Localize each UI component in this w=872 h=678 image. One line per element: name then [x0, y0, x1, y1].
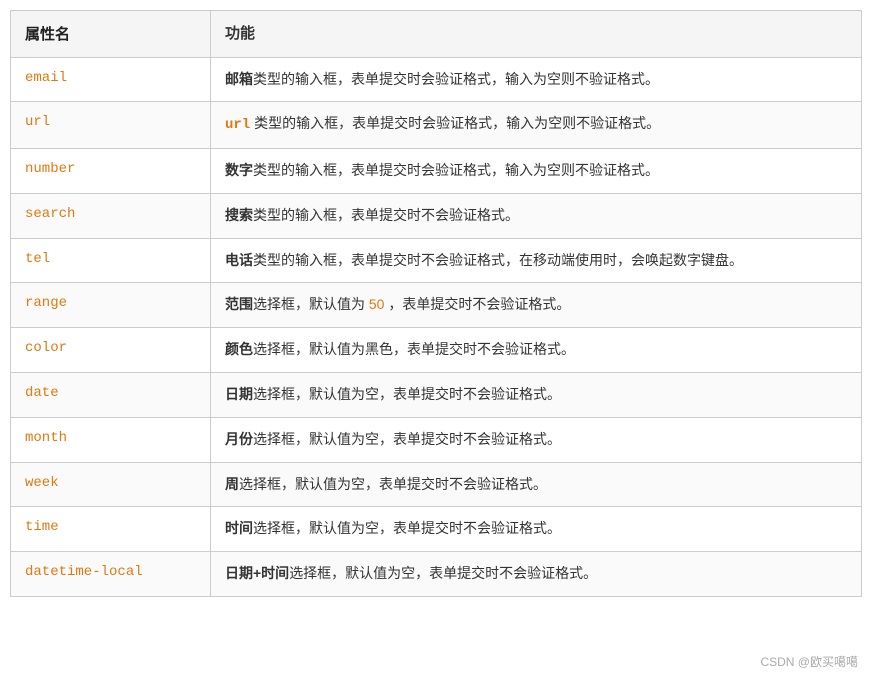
func-cell: 搜索类型的输入框，表单提交时不会验证格式。	[211, 193, 862, 238]
attr-cell: date	[11, 373, 211, 418]
table-row: date 日期选择框，默认值为空，表单提交时不会验证格式。	[11, 373, 862, 418]
header-attr: 属性名	[11, 11, 211, 58]
page-wrapper: 属性名 功能 email 邮箱类型的输入框，表单提交时会验证格式，输入为空则不验证…	[0, 0, 872, 678]
attr-name: tel	[25, 251, 50, 267]
func-cell: 电话类型的输入框，表单提交时不会验证格式，在移动端使用时，会唤起数字键盘。	[211, 238, 862, 283]
watermark: CSDN @欧买噶噶	[760, 653, 858, 670]
attr-cell: url	[11, 102, 211, 149]
attr-name: range	[25, 295, 67, 311]
attr-cell: month	[11, 417, 211, 462]
attr-name: month	[25, 430, 67, 446]
func-cell: 周选择框，默认值为空，表单提交时不会验证格式。	[211, 462, 862, 507]
attr-name: datetime-local	[25, 564, 143, 580]
table-row: number 数字类型的输入框，表单提交时会验证格式，输入为空则不验证格式。	[11, 149, 862, 194]
table-row: range 范围选择框，默认值为 50 ，表单提交时不会验证格式。	[11, 283, 862, 328]
attr-name: color	[25, 340, 67, 356]
attr-cell: color	[11, 328, 211, 373]
table-header-row: 属性名 功能	[11, 11, 862, 58]
func-cell: 日期+时间选择框，默认值为空，表单提交时不会验证格式。	[211, 552, 862, 597]
attr-name: email	[25, 70, 67, 86]
table-row: week 周选择框，默认值为空，表单提交时不会验证格式。	[11, 462, 862, 507]
func-cell: 数字类型的输入框，表单提交时会验证格式，输入为空则不验证格式。	[211, 149, 862, 194]
table-row: datetime-local 日期+时间选择框，默认值为空，表单提交时不会验证格式…	[11, 552, 862, 597]
attr-cell: week	[11, 462, 211, 507]
func-cell: 颜色选择框，默认值为黑色，表单提交时不会验证格式。	[211, 328, 862, 373]
func-cell: 月份选择框，默认值为空，表单提交时不会验证格式。	[211, 417, 862, 462]
func-cell: url 类型的输入框，表单提交时会验证格式，输入为空则不验证格式。	[211, 102, 862, 149]
func-cell: 邮箱类型的输入框，表单提交时会验证格式，输入为空则不验证格式。	[211, 57, 862, 102]
attr-name: search	[25, 206, 75, 222]
func-cell: 时间选择框，默认值为空，表单提交时不会验证格式。	[211, 507, 862, 552]
attr-cell: search	[11, 193, 211, 238]
table-row: color 颜色选择框，默认值为黑色，表单提交时不会验证格式。	[11, 328, 862, 373]
attribute-table: 属性名 功能 email 邮箱类型的输入框，表单提交时会验证格式，输入为空则不验证…	[10, 10, 862, 597]
table-row: search 搜索类型的输入框，表单提交时不会验证格式。	[11, 193, 862, 238]
attr-cell: number	[11, 149, 211, 194]
attr-name: date	[25, 385, 59, 401]
attr-cell: email	[11, 57, 211, 102]
attr-cell: datetime-local	[11, 552, 211, 597]
attr-name: week	[25, 475, 59, 491]
attr-cell: range	[11, 283, 211, 328]
attr-cell: time	[11, 507, 211, 552]
table-row: tel 电话类型的输入框，表单提交时不会验证格式，在移动端使用时，会唤起数字键盘。	[11, 238, 862, 283]
header-func: 功能	[211, 11, 862, 58]
table-row: url url 类型的输入框，表单提交时会验证格式，输入为空则不验证格式。	[11, 102, 862, 149]
table-row: month 月份选择框，默认值为空，表单提交时不会验证格式。	[11, 417, 862, 462]
table-row: email 邮箱类型的输入框，表单提交时会验证格式，输入为空则不验证格式。	[11, 57, 862, 102]
attr-name: number	[25, 161, 75, 177]
func-cell: 范围选择框，默认值为 50 ，表单提交时不会验证格式。	[211, 283, 862, 328]
table-row: time 时间选择框，默认值为空，表单提交时不会验证格式。	[11, 507, 862, 552]
attr-name: time	[25, 519, 59, 535]
attr-name: url	[25, 114, 50, 130]
func-cell: 日期选择框，默认值为空，表单提交时不会验证格式。	[211, 373, 862, 418]
attr-cell: tel	[11, 238, 211, 283]
